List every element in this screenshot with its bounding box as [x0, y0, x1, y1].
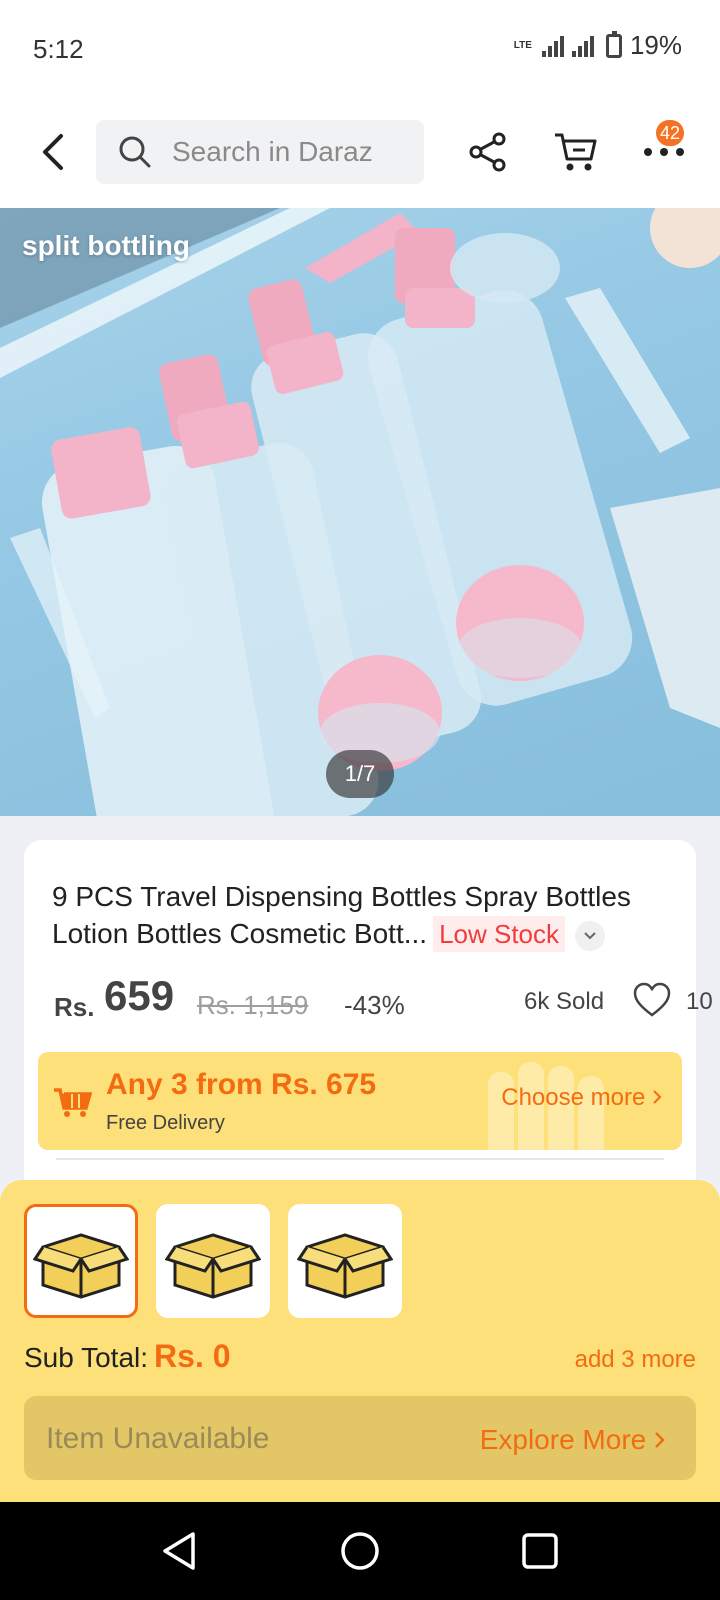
more-button[interactable]: 42 — [638, 118, 690, 178]
promo-title: Any 3 from Rs. 675 — [106, 1068, 377, 1101]
expand-title-button[interactable] — [575, 920, 606, 951]
price-currency: Rs. — [54, 992, 95, 1022]
choose-more-link[interactable]: Choose more — [501, 1084, 662, 1112]
price-row: Rs. 659 Rs. 1,159 -43% 6k Sold 10 — [54, 972, 713, 1032]
bundle-slot-1[interactable] — [24, 1204, 138, 1318]
discount-percent: -43% — [344, 990, 405, 1020]
status-bar: 5:12 LTE 19% — [0, 0, 720, 96]
circle-home-icon — [341, 1532, 379, 1570]
signal-icon-2 — [571, 35, 594, 57]
explore-more-button[interactable]: Explore More — [480, 1424, 666, 1456]
nav-recents-button[interactable] — [515, 1526, 565, 1576]
add-more-hint: add 3 more — [574, 1346, 696, 1373]
choose-more-label: Choose more — [501, 1084, 646, 1111]
cart-count-badge: 42 — [653, 118, 686, 148]
original-price: Rs. 1,159 — [197, 990, 309, 1020]
promo-banner[interactable]: Any 3 from Rs. 675 Free Delivery Choose … — [38, 1052, 682, 1150]
more-icon — [644, 148, 684, 156]
chevron-right-icon — [655, 1432, 665, 1448]
battery-level: 19% — [629, 30, 682, 60]
bundle-slot-2[interactable] — [156, 1204, 270, 1318]
status-time: 5:12 — [33, 34, 84, 64]
search-input[interactable]: Search in Daraz — [96, 120, 424, 184]
product-title[interactable]: 9 PCS Travel Dispensing Bottles Spray Bo… — [52, 878, 672, 952]
cart-icon — [555, 133, 597, 171]
bundle-slots — [24, 1204, 402, 1318]
bundle-slot-3[interactable] — [288, 1204, 402, 1318]
battery-icon — [605, 30, 622, 58]
status-indicators: LTE 19% — [514, 30, 682, 61]
divider — [56, 1158, 664, 1160]
share-icon — [469, 132, 506, 172]
image-caption: split bottling — [22, 230, 190, 261]
promo-subtitle: Free Delivery — [106, 1112, 225, 1134]
signal-icon — [541, 35, 564, 57]
product-photo — [0, 208, 720, 816]
back-button[interactable] — [30, 126, 74, 178]
explore-more-label: Explore More — [479, 1424, 647, 1455]
wishlist-button[interactable] — [632, 982, 672, 1022]
chevron-down-icon — [584, 931, 596, 940]
subtotal-amount: Rs. 0 — [154, 1338, 231, 1374]
cart-promo-icon — [54, 1088, 92, 1117]
bundle-bottom-sheet: Sub Total: Rs. 0 add 3 more Item Unavaila… — [0, 1180, 720, 1502]
item-unavailable-label: Item Unavailable — [46, 1422, 270, 1455]
current-price: 659 — [104, 972, 175, 1019]
nav-home-button[interactable] — [335, 1526, 385, 1576]
subtotal-label: Sub Total: — [24, 1342, 149, 1373]
low-stock-badge: Low Stock — [433, 916, 566, 952]
share-button[interactable] — [462, 126, 514, 178]
box-icon — [165, 1233, 261, 1299]
subtotal: Sub Total: Rs. 0 — [24, 1338, 231, 1375]
heart-icon — [633, 982, 671, 1017]
square-recents-icon — [522, 1533, 558, 1569]
triangle-back-icon — [163, 1532, 195, 1570]
box-icon — [297, 1233, 393, 1299]
product-image-gallery[interactable]: split bottling 1/7 — [0, 208, 720, 816]
box-icon — [33, 1233, 129, 1299]
wishlist-count: 10 — [686, 988, 713, 1015]
back-arrow-icon — [43, 134, 63, 170]
system-nav-bar — [0, 1502, 720, 1600]
top-bar: Search in Daraz 42 — [0, 96, 720, 208]
nav-back-button[interactable] — [154, 1526, 204, 1576]
chevron-right-icon — [653, 1090, 662, 1104]
search-icon — [119, 136, 151, 168]
sold-count: 6k Sold — [524, 988, 605, 1015]
image-counter: 1/7 — [326, 750, 394, 798]
action-bar: Item Unavailable Explore More — [24, 1396, 696, 1480]
cart-button[interactable] — [550, 126, 602, 178]
search-placeholder: Search in Daraz — [172, 136, 373, 167]
network-type: LTE — [513, 39, 532, 51]
